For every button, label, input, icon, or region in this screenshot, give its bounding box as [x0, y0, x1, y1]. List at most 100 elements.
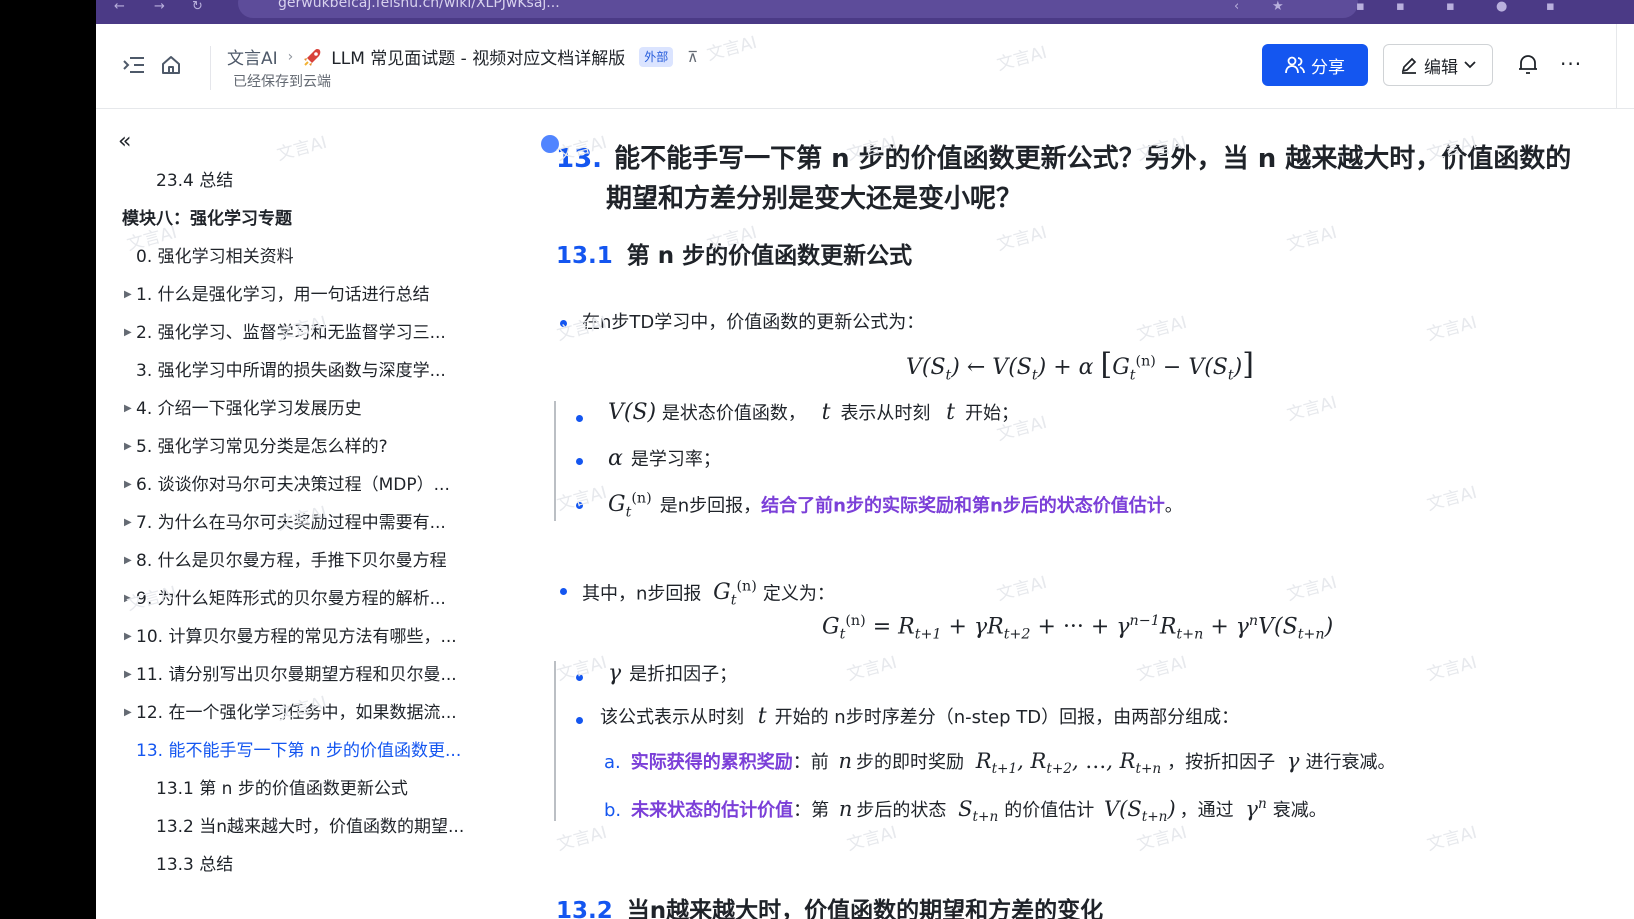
heading-line-1: 能不能手写一下第 n 步的价值函数更新公式？另外，当 n 越来越大时，价值函数的	[614, 144, 1572, 174]
pin-icon[interactable]: ⊼	[687, 48, 698, 66]
bullet-dot	[560, 588, 567, 595]
toc-item[interactable]: 3. 强化学习中所谓的损失函数与深度学...	[136, 359, 446, 383]
share-button[interactable]: 分享	[1262, 44, 1368, 86]
bullet-dot	[576, 458, 583, 465]
bullet-dot	[576, 415, 583, 422]
formula-n-step-return: Gt(n) = Rt+1 + γRt+2 + ··· + γn−1Rt+n + …	[822, 613, 1334, 643]
toc-module-heading[interactable]: 模块八：强化学习专题	[122, 207, 292, 231]
text: 步的即时奖励	[856, 752, 965, 773]
doc-title[interactable]: LLM 常见面试题 - 视频对应文档详解版	[331, 44, 625, 69]
highlight-text: 未来状态的估计价值	[631, 800, 794, 821]
save-status: 已经保存到云端	[233, 74, 331, 90]
menu-icon[interactable]: ▪	[1546, 0, 1555, 14]
reload-icon[interactable]: ↻	[192, 0, 203, 14]
toc-item[interactable]: 2. 强化学习、监督学习和无监督学习三...	[136, 321, 446, 345]
extension-icon-2[interactable]: ▪	[1396, 0, 1405, 14]
math-n: n	[838, 749, 853, 773]
bullet-gamma-def: γ 是折扣因子；	[608, 660, 737, 689]
expand-triangle-icon[interactable]: ▶	[124, 283, 132, 307]
expand-triangle-icon[interactable]: ▶	[124, 435, 132, 459]
toc-item[interactable]: 8. 什么是贝尔曼方程，手推下贝尔曼方程	[136, 549, 447, 573]
expand-triangle-icon[interactable]: ▶	[124, 473, 132, 497]
toc-item[interactable]: 13.1 第 n 步的价值函数更新公式	[156, 777, 408, 801]
toc-item[interactable]: 1. 什么是强化学习，用一句话进行总结	[136, 283, 430, 307]
bullet-dot	[560, 320, 567, 327]
text: 是n步回报，	[659, 495, 762, 517]
expand-triangle-icon[interactable]: ▶	[124, 625, 132, 649]
bell-icon[interactable]	[1518, 53, 1538, 75]
text: ：前	[792, 752, 829, 773]
text: 进行衰减。	[1305, 752, 1396, 773]
toc-item[interactable]: 10. 计算贝尔曼方程的常见方法有哪些，...	[136, 625, 457, 649]
quote-bar	[554, 661, 556, 821]
subheading-text: 第 n 步的价值函数更新公式	[626, 243, 913, 269]
extension-icon-3[interactable]: ▪	[1446, 0, 1455, 14]
toc-item-clipped[interactable]: 23.3 ······	[156, 151, 232, 155]
expand-triangle-icon[interactable]: ▶	[124, 549, 132, 573]
toc-item[interactable]: 13.2 当n越来越大时，价值函数的期望...	[156, 815, 464, 839]
chevron-down-icon	[1464, 61, 1476, 69]
bullet-formula-explain: 该公式表示从时刻 t 开始的 n步时序差分（n-step TD）回报，由两部分组成…	[600, 703, 1239, 732]
math-gamma-n: γn	[1245, 796, 1267, 821]
edit-button[interactable]: 编辑	[1383, 44, 1493, 86]
outline-toggle-icon[interactable]	[123, 55, 145, 75]
breadcrumb-root[interactable]: 文言AI	[227, 44, 278, 69]
address-bar[interactable]: gerwukbeicaj.feishu.cn/wiki/XLPJwKsaj...	[238, 0, 1358, 18]
back-icon[interactable]: ←	[114, 0, 125, 14]
bullet-dot	[576, 502, 583, 509]
text: 其中，n步回报	[582, 583, 702, 605]
toc-item[interactable]: 9. 为什么矩阵形式的贝尔曼方程的解析...	[136, 587, 446, 611]
toc-item[interactable]: 7. 为什么在马尔可夫奖励过程中需要有...	[136, 511, 446, 535]
doc-header: 文言AI › LLM 常见面试题 - 视频对应文档详解版 外部 ⊼ 已经保存到云…	[96, 24, 1634, 109]
bullet-td-intro: 在n步TD学习中，价值函数的更新公式为：	[582, 312, 925, 333]
browser-toolbar: ← → ↻ gerwukbeicaj.feishu.cn/wiki/XLPJwK…	[96, 0, 1634, 24]
right-panel-edge	[1616, 24, 1634, 108]
chevron-right-icon: ›	[287, 48, 294, 65]
toc-list: 23.3 ······ 23.4 总结 模块八：强化学习专题 0. 强化学习相关…	[96, 151, 496, 919]
expand-triangle-icon[interactable]: ▶	[124, 511, 132, 535]
toc-item[interactable]: 13.3 总结	[156, 853, 233, 877]
text: 开始；	[965, 403, 1020, 424]
profile-icon[interactable]: ●	[1496, 0, 1507, 14]
toc-item[interactable]: 12. 在一个强化学习任务中，如果数据流...	[136, 701, 457, 725]
expand-triangle-icon[interactable]: ▶	[124, 321, 132, 345]
math-t: t	[946, 400, 956, 425]
expand-triangle-icon[interactable]: ▶	[124, 587, 132, 611]
list-item-a: a. 实际获得的累积奖励：前 n 步的即时奖励 Rt+1, Rt+2, …, Rt+…	[604, 747, 1395, 783]
toc-item[interactable]: 0. 强化学习相关资料	[136, 245, 294, 269]
bullet-alpha-def: α 是学习率；	[608, 445, 721, 474]
toc-item[interactable]: 4. 介绍一下强化学习发展历史	[136, 397, 362, 421]
toc-item[interactable]: 6. 谈谈你对马尔可夫决策过程（MDP）...	[136, 473, 450, 497]
toc-item[interactable]: 5. 强化学习常见分类是怎么样的?	[136, 435, 388, 459]
text: ：第	[793, 800, 830, 821]
bookmark-star-icon[interactable]: ★	[1272, 0, 1284, 14]
bullet-g-intro: 其中，n步回报 Gt(n) 定义为：	[582, 573, 835, 615]
expand-triangle-icon[interactable]: ▶	[124, 663, 132, 687]
expand-triangle-icon[interactable]: ▶	[124, 701, 132, 725]
math-g: Gt(n)	[608, 491, 652, 521]
expand-triangle-icon[interactable]: ▶	[124, 397, 132, 421]
text: 表示从时刻	[840, 403, 931, 424]
toc-sidebar: « 23.3 ······ 23.4 总结 模块八：强化学习专题 0. 强化学习…	[96, 109, 496, 919]
math-t: t	[821, 400, 831, 425]
rocket-emoji-icon	[304, 48, 321, 66]
subheading-text: 当n越来越大时，价值函数的期望和方差的变化	[626, 898, 1104, 919]
toc-item[interactable]: 23.4 总结	[156, 169, 233, 193]
home-icon[interactable]	[160, 54, 182, 76]
bullet-vs-def: V(S) 是状态价值函数， t 表示从时刻 t 开始；	[608, 399, 1019, 428]
bullet-dot	[576, 717, 583, 724]
text: 是学习率；	[630, 449, 721, 470]
toc-item-active[interactable]: 13. 能不能手写一下第 n 步的价值函数更...	[136, 739, 461, 763]
math-t: t	[757, 704, 767, 729]
share-page-icon[interactable]: ‹	[1234, 0, 1239, 14]
math-g: Gt(n)	[713, 579, 757, 609]
extension-icon[interactable]: ▪	[1356, 0, 1365, 14]
forward-icon[interactable]: →	[154, 0, 165, 14]
math-gamma: γ	[1286, 749, 1300, 773]
subheading-number: 13.1	[556, 243, 613, 269]
toc-item[interactable]: 11. 请分别写出贝尔曼期望方程和贝尔曼...	[136, 663, 457, 687]
subsection-heading-13-2: 13.2 当n越来越大时，价值函数的期望和方差的变化	[556, 891, 1103, 919]
more-options-icon[interactable]: ···	[1560, 52, 1582, 76]
text: ，通过	[1179, 800, 1234, 821]
edit-label: 编辑	[1424, 57, 1458, 78]
